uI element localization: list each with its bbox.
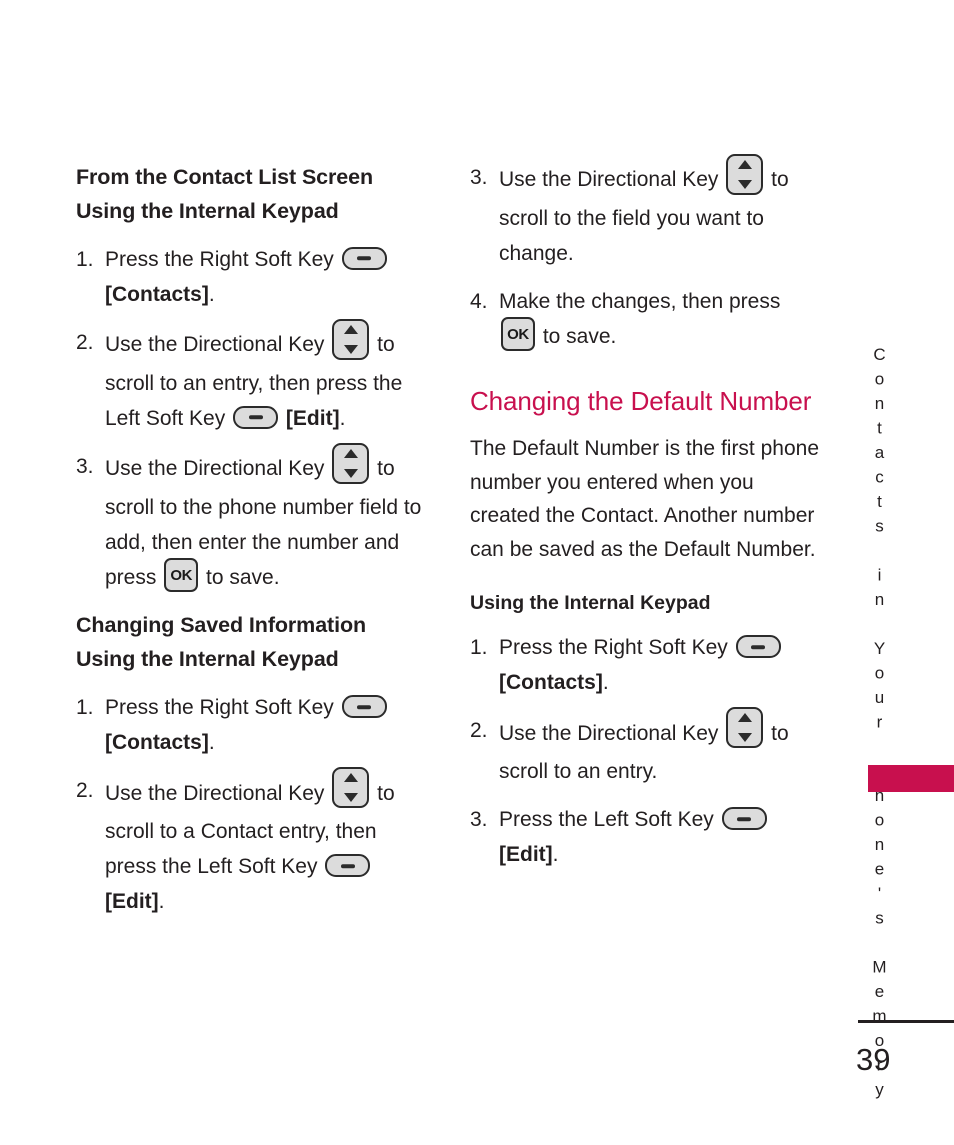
arrow-down-icon: [343, 469, 358, 478]
steps-list-contact-list-screen: 1. Press the Right Soft Key [Contacts]. 2.…: [76, 242, 428, 595]
directional-key-icon: [332, 767, 370, 809]
list-item-text: Use the Directional Key to scroll to a C…: [105, 767, 395, 914]
list-item: 1. Press the Right Soft Key [Contacts].: [76, 690, 428, 760]
list-item-number: 3.: [470, 808, 488, 832]
list-item: 2. Use the Directional Key to scroll to a…: [76, 319, 428, 436]
list-item: 3. Use the Directional Key to scroll to t…: [470, 154, 822, 271]
paragraph-default-number-description: The Default Number is the first phone nu…: [470, 437, 820, 561]
list-item: 4. Make the changes, then press OK to sav…: [470, 284, 822, 354]
arrow-up-icon: [343, 449, 358, 458]
running-head: Contacts in Your Phone's Memory: [862, 345, 896, 1105]
list-item: 1. Press the Right Soft Key [Contacts].: [470, 630, 822, 700]
list-item-text: Press the Right Soft Key [Contacts].: [105, 246, 389, 306]
subheading-using-the-internal-keypad: Using the Internal Keypad: [470, 592, 711, 615]
list-item-number: 1.: [76, 696, 94, 720]
arrow-up-icon: [343, 325, 358, 334]
emphasis-text: [Contacts]: [105, 731, 209, 755]
soft-key-icon: [325, 854, 371, 878]
list-item-number: 2.: [470, 719, 488, 743]
list-item: 3. Use the Directional Key to scroll to t…: [76, 443, 428, 595]
list-item: 2. Use the Directional Key to scroll to a…: [76, 767, 428, 919]
ok-key-icon: OK: [501, 317, 535, 352]
arrow-up-icon: [343, 773, 358, 783]
arrow-up-icon: [737, 160, 752, 169]
soft-key-icon: [341, 695, 387, 719]
arrow-down-icon: [343, 345, 358, 354]
emphasis-text: [Contacts]: [105, 283, 209, 306]
steps-list-default-number: 1. Press the Right Soft Key [Contacts]. 2.…: [470, 630, 822, 872]
list-item-number: 3.: [76, 455, 94, 478]
list-item: 1. Press the Right Soft Key [Contacts].: [76, 242, 428, 312]
footer-divider: [858, 1020, 954, 1023]
list-item-number: 1.: [470, 636, 488, 660]
list-item-text: Make the changes, then press OK to save.: [499, 290, 780, 352]
directional-key-icon: [726, 154, 764, 195]
list-item-number: 4.: [470, 290, 488, 313]
right-column: 3. Use the Directional Key to scroll to t…: [470, 154, 822, 885]
list-item-number: 1.: [76, 248, 94, 271]
directional-key-icon: [332, 319, 370, 360]
emphasis-text: [Edit]: [105, 890, 159, 914]
arrow-down-icon: [737, 180, 752, 189]
list-item-text: Press the Right Soft Key [Contacts].: [105, 695, 389, 755]
directional-key-icon: [726, 707, 764, 749]
soft-key-icon: [721, 807, 767, 831]
manual-page: From the Contact List Screen Using the I…: [0, 0, 954, 1145]
list-item-text: Use the Directional Key to scroll to an …: [499, 707, 789, 783]
list-item-number: 3.: [470, 166, 488, 189]
steps-list-continued: 3. Use the Directional Key to scroll to t…: [470, 154, 822, 354]
soft-key-icon: [233, 405, 279, 429]
heading-from-contact-list-screen: From the Contact List Screen Using the I…: [76, 165, 374, 223]
list-item-text: Press the Right Soft Key [Contacts].: [499, 635, 783, 695]
left-column: From the Contact List Screen Using the I…: [76, 160, 428, 932]
heading-changing-the-default-number: Changing the Default Number: [470, 386, 812, 417]
ok-key-label: OK: [170, 566, 193, 584]
emphasis-text: [Edit]: [499, 843, 553, 867]
chapter-tab-marker: [868, 765, 954, 792]
soft-key-icon: [735, 635, 781, 659]
arrow-up-icon: [737, 713, 752, 723]
emphasis-text: [Contacts]: [499, 671, 603, 695]
steps-list-changing-saved-information: 1. Press the Right Soft Key [Contacts]. 2.…: [76, 690, 428, 919]
list-item-text: Use the Directional Key to scroll to the…: [105, 443, 421, 593]
directional-key-icon: [332, 443, 370, 484]
ok-key-label: OK: [507, 325, 529, 343]
list-item: 2. Use the Directional Key to scroll to a…: [470, 707, 822, 789]
soft-key-icon: [341, 246, 387, 270]
ok-key-icon: OK: [164, 558, 199, 593]
arrow-down-icon: [343, 793, 358, 803]
page-number: 39: [856, 1042, 891, 1077]
running-head-text: Contacts in Your Phone's Memory: [870, 345, 889, 1105]
list-item-number: 2.: [76, 779, 94, 803]
list-item-text: Use the Directional Key to scroll to an …: [105, 319, 402, 430]
heading-changing-saved-information: Changing Saved Information Using the Int…: [76, 613, 367, 672]
arrow-down-icon: [737, 733, 752, 743]
emphasis-text: [Edit]: [285, 407, 340, 430]
list-item-number: 2.: [76, 331, 94, 354]
list-item-text: Use the Directional Key to scroll to the…: [499, 154, 789, 265]
list-item: 3. Press the Left Soft Key [Edit].: [470, 802, 822, 872]
list-item-text: Press the Left Soft Key [Edit].: [499, 807, 769, 867]
